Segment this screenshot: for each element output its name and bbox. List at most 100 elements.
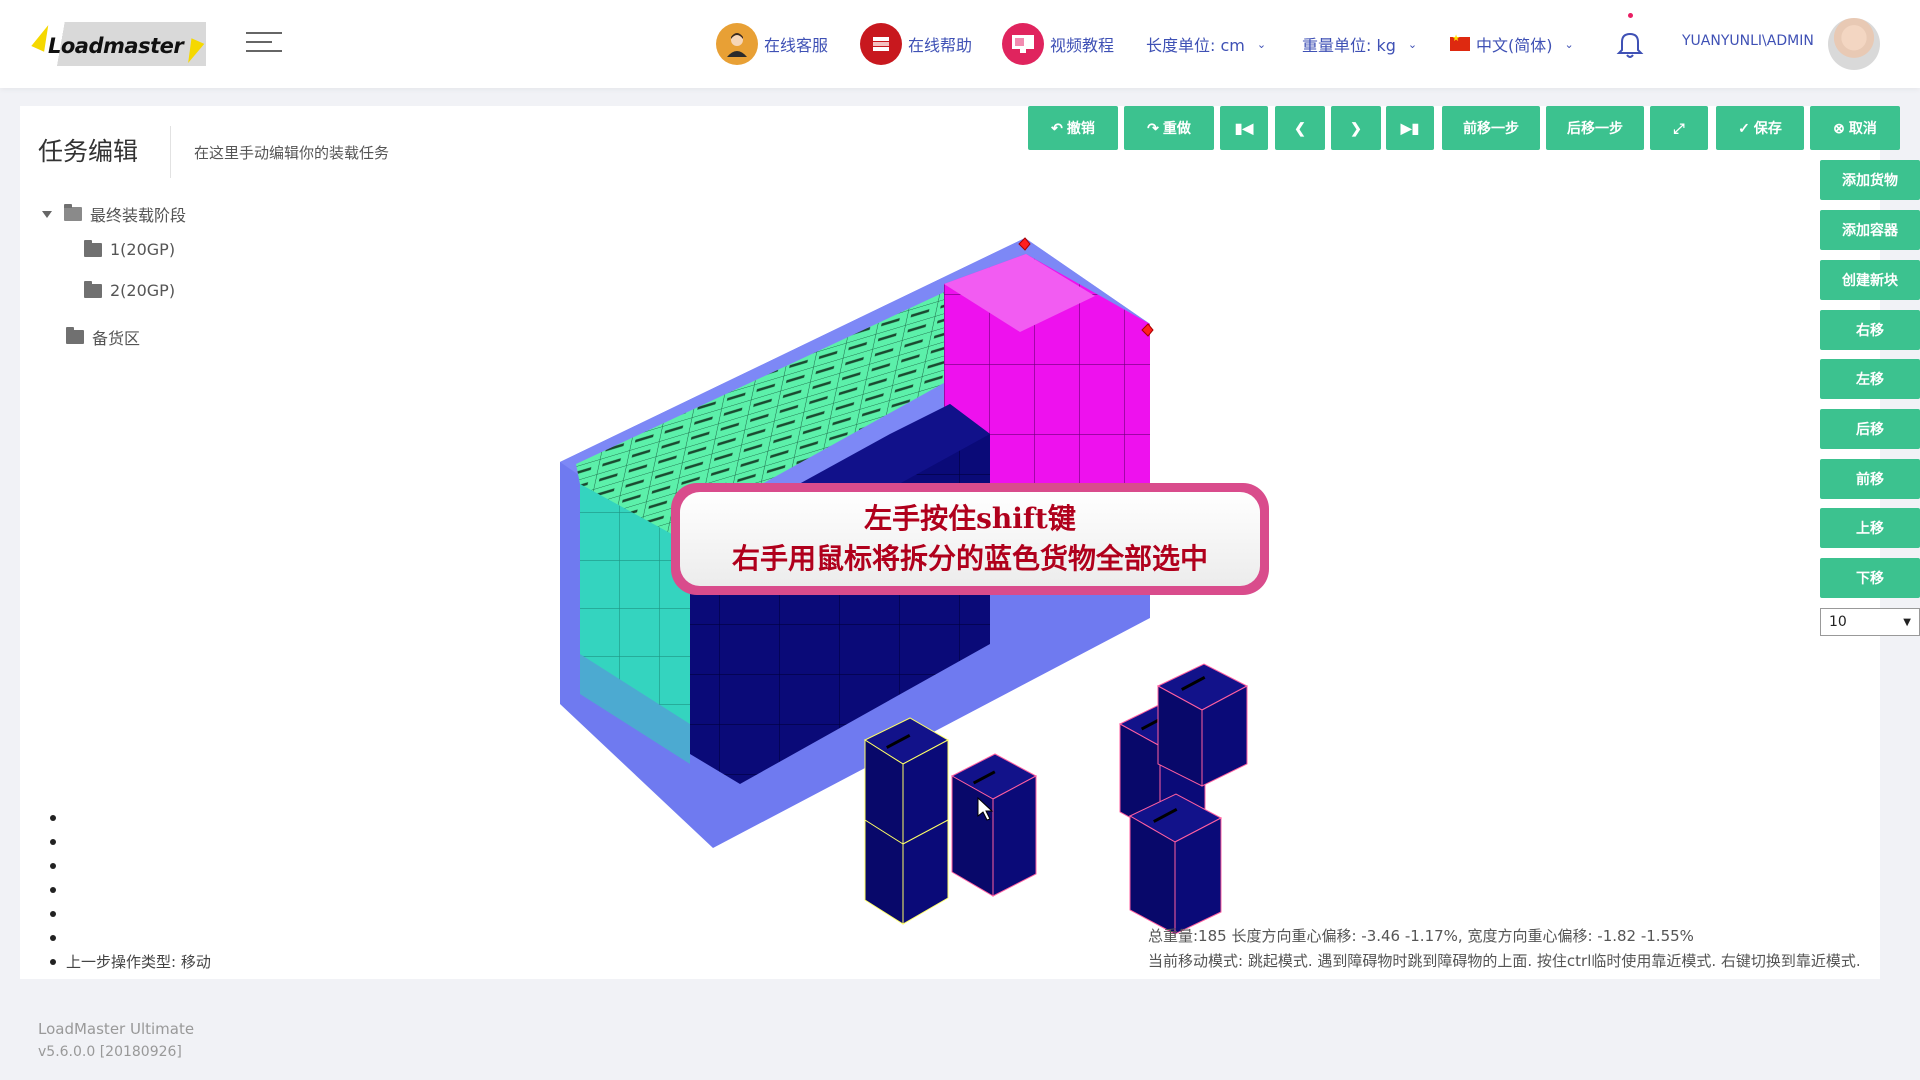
prev-button[interactable]: ❮ <box>1275 106 1325 150</box>
instruction-line-1: 左手按住shift键 <box>864 502 1076 535</box>
title-divider <box>170 126 171 178</box>
language-dropdown[interactable]: 中文(简体) ⌄ <box>1450 0 1574 88</box>
length-unit-label: 长度单位: cm <box>1146 36 1245 55</box>
move-down-button[interactable]: 下移 <box>1820 558 1920 598</box>
fullscreen-button[interactable]: ⤢ <box>1650 106 1708 150</box>
footer-version: v5.6.0.0 [20180926] <box>38 1044 182 1060</box>
move-up-button[interactable]: 上移 <box>1820 508 1920 548</box>
video-tutorial-label: 视频教程 <box>1050 36 1115 55</box>
tree-node-label: 2(20GP) <box>110 281 176 300</box>
instruction-callout: 左手按住shift键 右手用鼠标将拆分的蓝色货物全部选中 <box>671 483 1269 595</box>
chevron-down-icon: ⌄ <box>1564 37 1574 51</box>
first-button[interactable]: ▮◀ <box>1220 106 1268 150</box>
cancel-label: 取消 <box>1848 120 1877 136</box>
caret-down-icon[interactable] <box>42 210 52 218</box>
split-cargo-box-selected[interactable] <box>863 717 950 925</box>
footer-product-name: LoadMaster Ultimate <box>38 1020 195 1038</box>
split-cargo-box[interactable] <box>950 753 1038 897</box>
redo-button[interactable]: ↷ 重做 <box>1124 106 1214 150</box>
folder-open-icon <box>64 204 82 221</box>
expand-icon: ⤢ <box>1673 119 1685 136</box>
move-back-button[interactable]: 后移 <box>1820 409 1920 449</box>
folder-icon <box>84 239 102 257</box>
tree-node-container-1[interactable]: 1(20GP) <box>84 239 176 259</box>
redo-label: 重做 <box>1162 120 1191 136</box>
menu-toggle-icon[interactable] <box>246 32 282 56</box>
weight-unit-label: 重量单位: kg <box>1302 36 1396 55</box>
tree-node-staging[interactable]: 备货区 <box>66 325 140 349</box>
tree-node-label: 1(20GP) <box>110 240 176 259</box>
step-back-button[interactable]: 后移一步 <box>1546 106 1644 150</box>
step-size-value: 10 <box>1829 614 1847 630</box>
folder-icon <box>66 327 84 344</box>
instruction-line-2: 右手用鼠标将拆分的蓝色货物全部选中 <box>731 542 1208 575</box>
move-left-button[interactable]: 左移 <box>1820 359 1920 399</box>
move-right-button[interactable]: 右移 <box>1820 310 1920 350</box>
page-title: 任务编辑 <box>38 137 139 166</box>
top-bar: Loadmaster 在线客服 在线帮助 视频教程 长度单位: cm ⌄ 重量单… <box>0 0 1920 88</box>
online-help-link[interactable]: 在线帮助 <box>860 0 972 88</box>
caret-down-icon: ▼ <box>1903 616 1911 628</box>
username-label[interactable]: YUANYUNLI\ADMIN <box>1682 33 1814 49</box>
close-circle-icon: ⊗ <box>1833 119 1845 136</box>
bell-icon[interactable] <box>1616 28 1644 60</box>
list-item <box>50 806 211 830</box>
save-button[interactable]: ✓ 保存 <box>1716 106 1804 150</box>
undo-icon: ↶ <box>1051 119 1063 136</box>
video-tutorial-link[interactable]: 视频教程 <box>1002 0 1114 88</box>
last-button[interactable]: ▶▮ <box>1386 106 1434 150</box>
undo-button[interactable]: ↶ 撤销 <box>1028 106 1118 150</box>
help-book-icon <box>860 23 902 65</box>
user-avatar[interactable] <box>1828 18 1880 70</box>
list-item <box>50 902 211 926</box>
loadmaster-logo[interactable]: Loadmaster <box>31 22 206 66</box>
skip-first-icon: ▮◀ <box>1234 119 1254 136</box>
check-circle-icon: ✓ <box>1738 119 1750 136</box>
undo-label: 撤销 <box>1066 120 1095 136</box>
notification-dot <box>1628 13 1633 18</box>
online-service-label: 在线客服 <box>764 36 829 55</box>
last-operation: 上一步操作类型: 移动 <box>50 950 211 974</box>
logo-bolt-icon <box>181 38 205 66</box>
chevron-down-icon: ⌄ <box>1407 37 1418 51</box>
move-front-button[interactable]: 前移 <box>1820 459 1920 499</box>
operation-log: 上一步操作类型: 移动 <box>50 806 211 974</box>
weight-unit-dropdown[interactable]: 重量单位: kg ⌄ <box>1302 0 1417 88</box>
list-item <box>50 830 211 854</box>
list-item <box>50 878 211 902</box>
cancel-button[interactable]: ⊗ 取消 <box>1810 106 1900 150</box>
tree-node-label: 最终装载阶段 <box>90 206 187 225</box>
add-container-button[interactable]: 添加容器 <box>1820 210 1920 250</box>
list-item <box>50 854 211 878</box>
split-cargo-box[interactable] <box>1128 793 1223 935</box>
length-unit-dropdown[interactable]: 长度单位: cm ⌄ <box>1146 0 1266 88</box>
page-subtitle: 在这里手动编辑你的装载任务 <box>194 144 390 162</box>
online-help-label: 在线帮助 <box>908 36 973 55</box>
add-cargo-button[interactable]: 添加货物 <box>1820 160 1920 200</box>
logo-text: Loadmaster <box>48 34 184 58</box>
customer-service-icon <box>716 23 758 65</box>
save-label: 保存 <box>1753 120 1782 136</box>
skip-last-icon: ▶▮ <box>1400 119 1420 136</box>
online-service-link[interactable]: 在线客服 <box>716 0 828 88</box>
last-operation-label: 上一步操作类型: 移动 <box>66 953 211 971</box>
chevron-down-icon: ⌄ <box>1256 37 1267 51</box>
folder-icon <box>84 280 102 298</box>
instruction-callout-body: 左手按住shift键 右手用鼠标将拆分的蓝色货物全部选中 <box>680 492 1260 586</box>
tree-node-container-2[interactable]: 2(20GP) <box>84 280 176 300</box>
split-cargo-box[interactable] <box>1156 663 1249 787</box>
step-forward-button[interactable]: 前移一步 <box>1442 106 1540 150</box>
language-label: 中文(简体) <box>1476 36 1553 55</box>
step-size-select[interactable]: 10 ▼ <box>1820 608 1920 636</box>
list-item <box>50 926 211 950</box>
next-button[interactable]: ❯ <box>1331 106 1381 150</box>
chevron-right-icon: ❯ <box>1350 119 1362 136</box>
tree-node-final-stage[interactable]: 最终装载阶段 <box>42 202 186 226</box>
video-monitor-icon <box>1002 23 1044 65</box>
create-block-button[interactable]: 创建新块 <box>1820 260 1920 300</box>
step-forward-label: 前移一步 <box>1463 120 1519 136</box>
weight-balance-status: 总重量:185 长度方向重心偏移: -3.46 -1.17%, 宽度方向重心偏移… <box>1148 927 1694 945</box>
step-back-label: 后移一步 <box>1567 120 1623 136</box>
chevron-left-icon: ❮ <box>1294 119 1306 136</box>
redo-icon: ↷ <box>1147 119 1159 136</box>
